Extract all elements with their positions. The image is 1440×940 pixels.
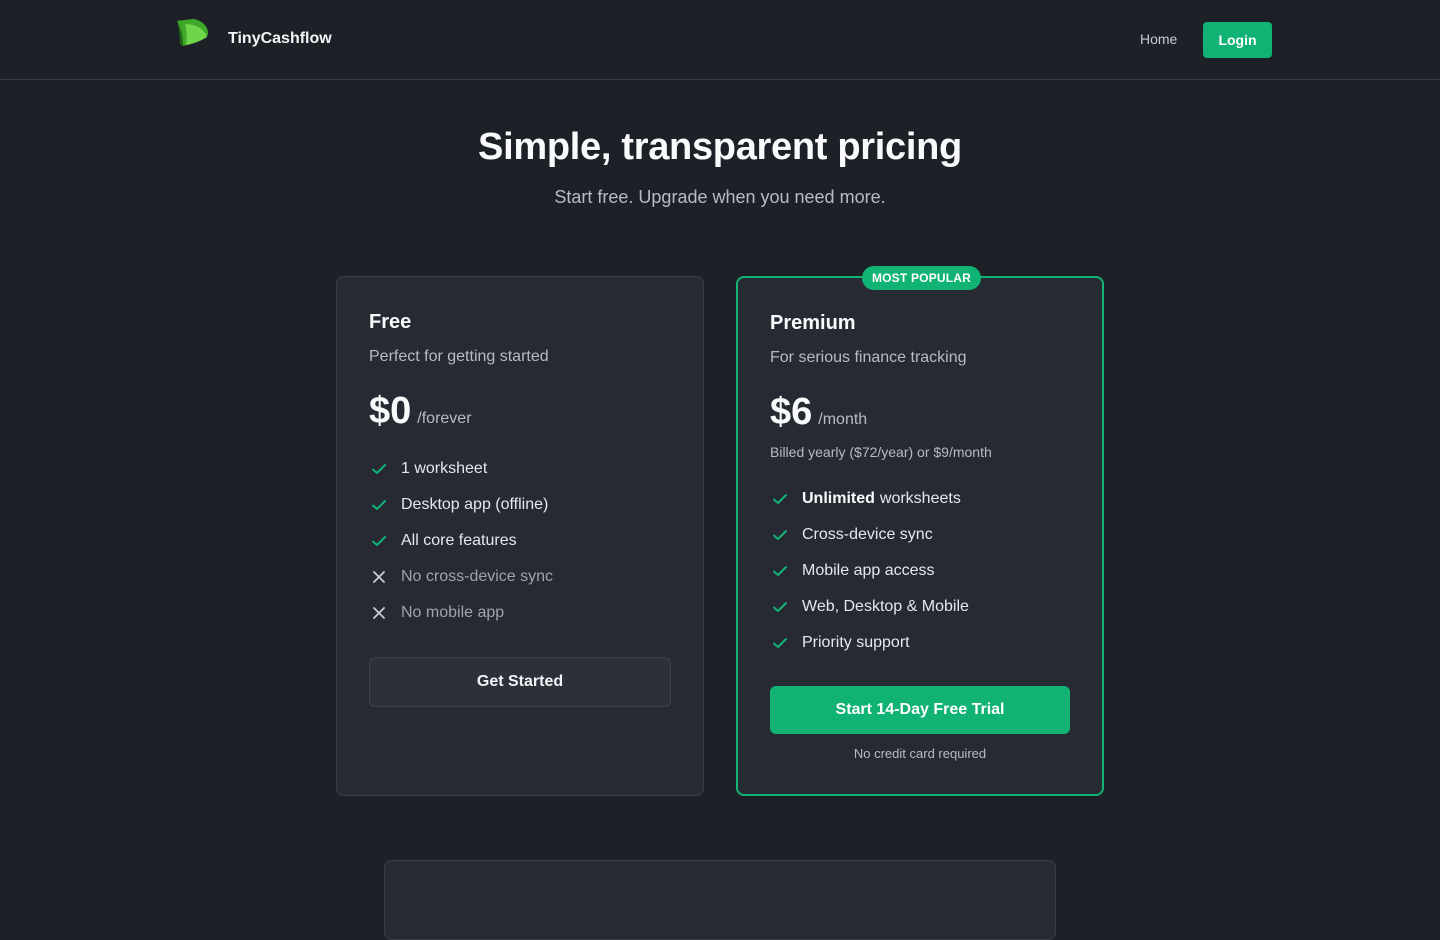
no-credit-card-note: No credit card required (853, 746, 987, 761)
plan-card-free: Free Perfect for getting started $0 /for… (336, 276, 704, 796)
feature-text: Mobile app access (802, 562, 935, 579)
billing-note: Billed yearly ($72/year) or $9/month (770, 444, 992, 460)
check-icon (770, 597, 790, 617)
feature-text: Web, Desktop & Mobile (802, 598, 969, 615)
feature-item: 1 worksheet (369, 451, 553, 487)
x-icon (369, 603, 389, 623)
most-popular-badge: MOST POPULAR (862, 266, 981, 290)
feature-text: No mobile app (401, 604, 505, 621)
brand-name: TinyCashflow (228, 30, 332, 47)
feature-item: No mobile app (369, 595, 553, 631)
feature-item: All core features (369, 523, 553, 559)
check-icon (770, 561, 790, 581)
check-icon (770, 525, 790, 545)
start-trial-button[interactable]: Start 14-Day Free Trial (770, 686, 1070, 734)
feature-item: Mobile app access (770, 553, 969, 589)
feature-list: Unlimited worksheets Cross-device sync M… (770, 481, 969, 661)
plan-price: $6 /month (770, 391, 867, 434)
feature-text: No cross-device sync (401, 568, 554, 585)
plan-description: For serious finance tracking (770, 349, 967, 366)
feature-item: Priority support (770, 625, 969, 661)
check-icon (770, 489, 790, 509)
feature-item: Desktop app (offline) (369, 487, 553, 523)
feature-text: Desktop app (offline) (401, 496, 549, 513)
feature-item: Unlimited worksheets (770, 481, 969, 517)
price-amount: $6 (770, 391, 813, 433)
feature-list: 1 worksheet Desktop app (offline) All co… (369, 451, 553, 631)
lower-section-panel (384, 860, 1056, 940)
feature-item: No cross-device sync (369, 559, 553, 595)
plan-description: Perfect for getting started (369, 348, 549, 365)
get-started-button[interactable]: Get Started (369, 657, 671, 707)
price-amount: $0 (369, 390, 412, 432)
price-period: /month (818, 411, 868, 428)
x-icon (369, 567, 389, 587)
feature-text: Cross-device sync (802, 526, 933, 543)
feature-text: All core features (401, 532, 517, 549)
price-period: /forever (417, 410, 472, 427)
plan-name: Premium (770, 312, 856, 334)
check-icon (369, 459, 389, 479)
feature-text: Priority support (802, 634, 910, 651)
page-subtitle: Start free. Upgrade when you need more. (554, 187, 886, 207)
feature-item: Web, Desktop & Mobile (770, 589, 969, 625)
check-icon (369, 495, 389, 515)
plan-name: Free (369, 311, 412, 333)
leaf-logo-icon (177, 19, 209, 46)
feature-item: Cross-device sync (770, 517, 969, 553)
plan-price: $0 /forever (369, 390, 472, 433)
login-button[interactable]: Login (1203, 22, 1272, 58)
top-navigation: TinyCashflow Home Login (0, 0, 1440, 80)
check-icon (369, 531, 389, 551)
check-icon (770, 633, 790, 653)
page-title: Simple, transparent pricing (478, 126, 962, 168)
feature-text: worksheets (879, 490, 961, 507)
brand[interactable]: TinyCashflow (175, 18, 332, 50)
feature-emphasis: Unlimited (802, 490, 875, 507)
plan-card-premium: MOST POPULAR Premium For serious finance… (736, 266, 1104, 796)
feature-text: 1 worksheet (401, 460, 488, 477)
nav-home-link[interactable]: Home (1140, 31, 1177, 47)
